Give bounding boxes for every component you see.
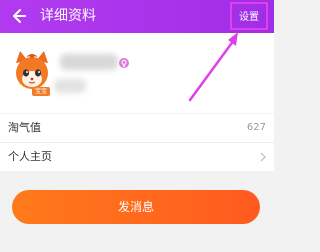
page-title: 详细资料 — [40, 8, 96, 24]
send-message-button[interactable]: 发消息 — [12, 190, 260, 224]
subinfo-blurred — [54, 79, 86, 93]
nickname-blurred — [60, 54, 118, 70]
taoqi-label: 淘气值 — [8, 121, 41, 134]
gender-icon — [119, 58, 129, 68]
homepage-row[interactable]: 个人主页 — [0, 143, 274, 171]
homepage-label: 个人主页 — [8, 150, 52, 163]
back-button[interactable] — [6, 4, 30, 28]
settings-button[interactable]: 设置 — [230, 2, 268, 30]
avatar-badge: 宝宝 — [32, 87, 50, 96]
taoqi-value: 627 — [246, 122, 266, 133]
taoqi-value-row[interactable]: 淘气值 627 — [0, 114, 274, 142]
chevron-right-icon — [260, 152, 266, 162]
top-bar: 详细资料 设置 — [0, 0, 274, 33]
back-arrow-icon — [13, 9, 26, 23]
profile-card: 宝宝 — [0, 33, 274, 113]
